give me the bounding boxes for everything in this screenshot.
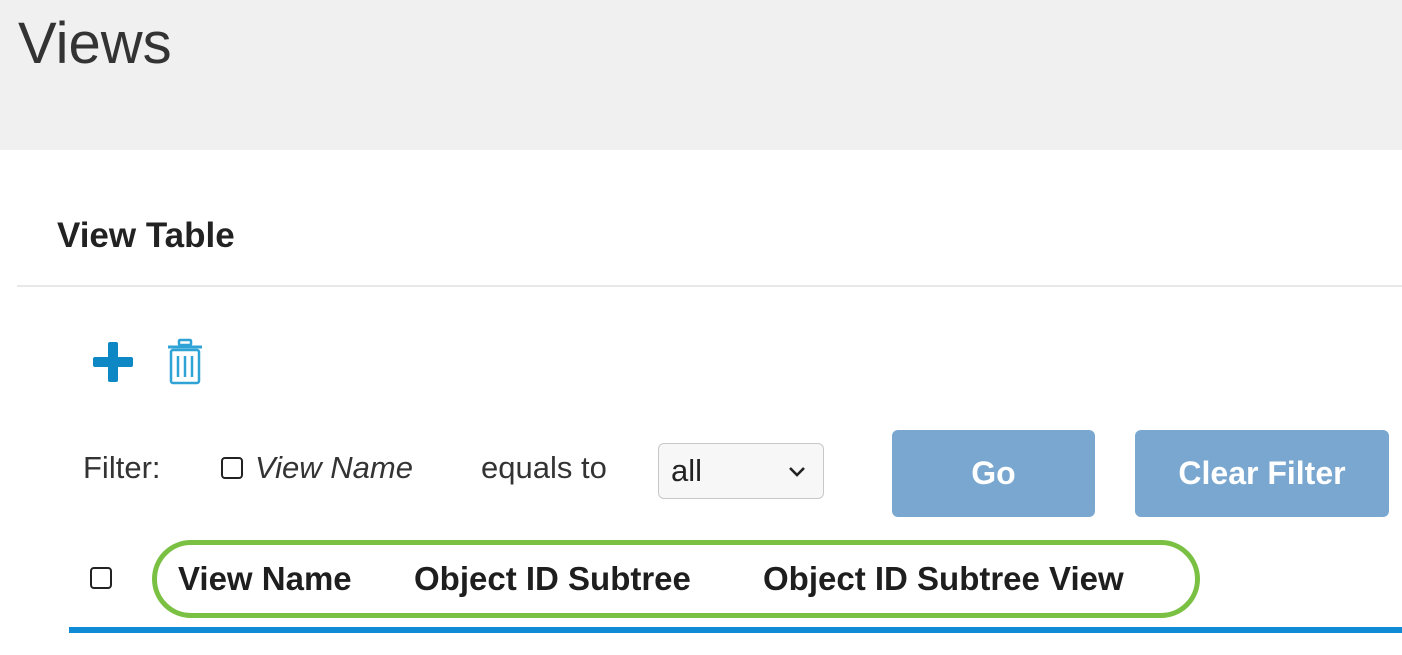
chevron-down-icon xyxy=(789,467,805,477)
go-button[interactable]: Go xyxy=(892,430,1095,517)
page-header: Views xyxy=(0,0,1402,150)
table-header-row: View Name Object ID Subtree Object ID Su… xyxy=(0,540,1402,630)
column-header-object-id-subtree[interactable]: Object ID Subtree xyxy=(414,560,691,598)
clear-filter-button[interactable]: Clear Filter xyxy=(1135,430,1389,517)
filter-field-label: View Name xyxy=(255,450,413,485)
panel-divider xyxy=(17,285,1402,287)
select-value: all xyxy=(671,453,703,488)
column-header-object-id-subtree-view[interactable]: Object ID Subtree View xyxy=(763,560,1124,598)
filter-operator: equals to xyxy=(481,450,607,485)
select-all-checkbox[interactable] xyxy=(90,567,112,589)
filter-label: Filter: xyxy=(83,450,161,485)
trash-icon xyxy=(168,338,202,385)
page-title: Views xyxy=(18,11,172,76)
table-header-rule xyxy=(69,627,1402,633)
delete-button[interactable] xyxy=(165,337,205,387)
filter-row: Filter: View Name equals to all Go Clear… xyxy=(83,427,1402,517)
filter-checkbox[interactable] xyxy=(221,457,243,479)
column-header-view-name[interactable]: View Name xyxy=(178,560,352,598)
panel-title: View Table xyxy=(57,216,235,255)
add-button[interactable] xyxy=(91,340,135,384)
plus-icon xyxy=(93,342,133,382)
filter-value-select[interactable]: all xyxy=(658,443,824,499)
